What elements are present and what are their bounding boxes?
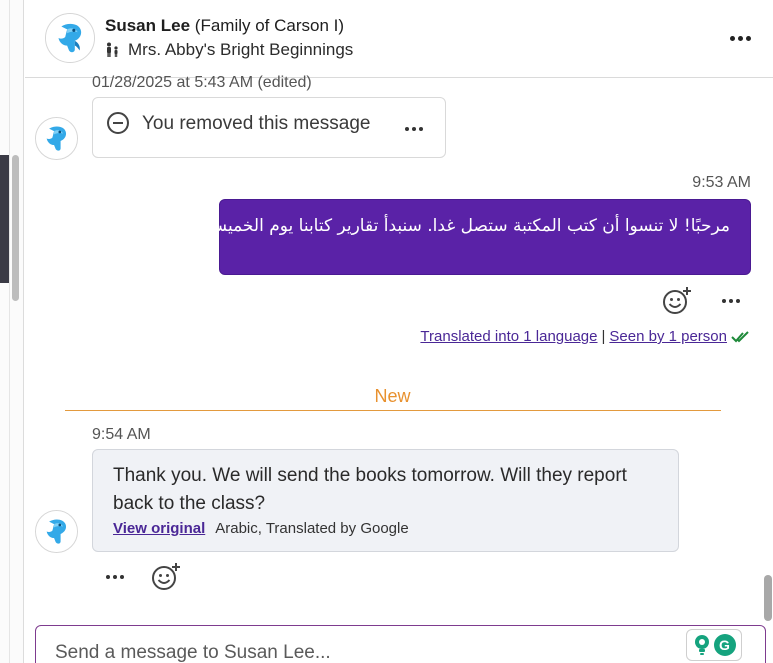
sent-message-bubble: مرحبًا! لا تنسوا أن كتب المكتبة ستصل غدا… [201, 199, 751, 275]
message-status: Translated into 1 language | Seen by 1 p… [420, 328, 751, 345]
writing-assistant-widget[interactable]: G [686, 629, 742, 661]
contact-title: Susan Lee (Family of Carson I) [105, 16, 344, 36]
family-icon [107, 42, 118, 57]
dolphin-avatar-icon [36, 511, 77, 552]
left-scrollbar-thumb[interactable] [12, 155, 19, 301]
gutter-divider [9, 0, 10, 663]
message-timestamp: 9:54 AM [92, 426, 151, 443]
message-input[interactable] [55, 642, 675, 663]
minus-circle-icon [107, 112, 129, 134]
message-options-button[interactable] [106, 575, 124, 579]
contact-relation: (Family of Carson I) [194, 16, 345, 35]
add-reaction-icon [663, 287, 691, 314]
received-message-bubble: Thank you. We will send the books tomorr… [92, 449, 679, 552]
message-timestamp: 01/28/2025 at 5:43 AM (edited) [92, 74, 312, 91]
message-list-scrollbar-thumb[interactable] [764, 575, 772, 621]
removed-message-text: You removed this message [142, 113, 371, 134]
sent-message-text: مرحبًا! لا تنسوا أن كتب المكتبة ستصل غدا… [200, 216, 730, 236]
translation-note: Arabic, Translated by Google [215, 520, 409, 537]
new-messages-label: New [374, 386, 411, 406]
received-message-text: Thank you. We will send the books tomorr… [113, 465, 627, 514]
double-check-icon [731, 330, 749, 342]
dolphin-avatar-icon [36, 118, 77, 159]
more-horizontal-icon [405, 127, 409, 131]
avatar[interactable] [35, 117, 78, 160]
message-options-button[interactable] [722, 299, 740, 303]
translation-meta: View original Arabic, Translated by Goog… [113, 520, 409, 537]
left-gutter [0, 0, 24, 663]
more-horizontal-icon [722, 299, 726, 303]
add-reaction-icon [152, 563, 180, 590]
grammarly-icon: G [713, 634, 736, 656]
contact-name: Susan Lee [105, 16, 191, 35]
message-options-button[interactable] [405, 127, 423, 131]
avatar[interactable] [35, 510, 78, 553]
message-timestamp: 9:53 AM [692, 174, 751, 191]
more-horizontal-icon [730, 36, 735, 41]
chat-window: Susan Lee (Family of Carson I) Mrs. Abby… [0, 0, 773, 663]
conversation-header: Susan Lee (Family of Carson I) Mrs. Abby… [25, 0, 773, 78]
seen-by-link[interactable]: Seen by 1 person [609, 328, 727, 345]
new-messages-divider [65, 410, 721, 411]
gutter-panel-edge [0, 155, 9, 283]
removed-message-bubble: You removed this message [92, 97, 446, 158]
add-reaction-button[interactable] [662, 286, 692, 316]
translated-link[interactable]: Translated into 1 language [420, 328, 597, 345]
view-original-link[interactable]: View original [113, 520, 205, 537]
more-horizontal-icon [106, 575, 110, 579]
conversation-menu-button[interactable] [730, 36, 751, 41]
message-composer [35, 625, 766, 663]
class-subtitle: Mrs. Abby's Bright Beginnings [105, 40, 353, 60]
lightbulb-icon [694, 635, 709, 655]
status-separator: | [601, 328, 606, 345]
dolphin-avatar-icon [46, 14, 94, 62]
add-reaction-button[interactable] [151, 562, 181, 592]
class-name: Mrs. Abby's Bright Beginnings [128, 40, 354, 59]
avatar[interactable] [45, 13, 95, 63]
